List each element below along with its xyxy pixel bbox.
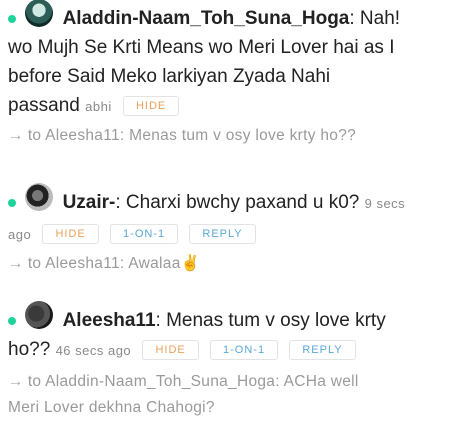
chat-message: Aleesha11: Menas tum v osy love krty ho?… xyxy=(8,300,442,421)
online-status-dot-icon xyxy=(8,14,16,23)
username[interactable]: Aleesha11 xyxy=(63,310,156,331)
reply-reference-text: Meri Lover dekhna Chahogi? xyxy=(8,399,215,416)
message-text: before Said Meko larkiyan Zyada Nahi xyxy=(8,66,331,87)
message-text: passand xyxy=(8,95,80,116)
username[interactable]: Aladdin-Naam_Toh_Suna_Hoga xyxy=(63,8,350,29)
timestamp: 46 secs ago xyxy=(55,343,132,358)
hide-button[interactable]: HIDE xyxy=(122,95,180,116)
chat-message: Uzair-: Charxi bwchy paxand u k0? 9 secs… xyxy=(8,182,442,277)
chat-message: Aladdin-Naam_Toh_Suna_Hoga: Nah! wo Mujh… xyxy=(8,0,442,149)
avatar[interactable] xyxy=(25,0,54,27)
message-text: ho?? xyxy=(8,339,51,360)
avatar[interactable] xyxy=(25,300,54,329)
username[interactable]: Uzair- xyxy=(63,192,116,213)
timestamp: 9 secs xyxy=(364,196,406,211)
reply-reference[interactable]: → to Aladdin-Naam_Toh_Suna_Hoga: ACHa wel… xyxy=(8,369,442,395)
avatar[interactable] xyxy=(25,182,54,211)
message-text: : Nah! xyxy=(349,8,401,29)
online-status-dot-icon xyxy=(8,198,16,207)
arrow-right-icon: → xyxy=(8,373,24,390)
message-line: ho?? 46 secs ago HIDE 1-ON-1 REPLY xyxy=(8,335,442,365)
message-text: : Menas tum v osy love krty xyxy=(155,310,386,331)
message-line: passand abhi HIDE xyxy=(8,91,442,121)
reply-reference-text: to Aleesha11: Awalaa✌ xyxy=(27,255,201,272)
message-line: ago HIDE 1-ON-1 REPLY xyxy=(8,219,442,249)
arrow-right-icon: → xyxy=(8,127,24,144)
reply-button[interactable]: REPLY xyxy=(289,339,356,360)
arrow-right-icon: → xyxy=(8,255,24,272)
online-status-dot-icon xyxy=(8,316,16,325)
timestamp: ago xyxy=(8,227,32,242)
reply-reference-text: to Aladdin-Naam_Toh_Suna_Hoga: ACHa well xyxy=(27,373,359,390)
message-line: Aladdin-Naam_Toh_Suna_Hoga: Nah! xyxy=(8,0,442,33)
message-text: : Charxi bwchy paxand u k0? xyxy=(115,192,360,213)
timestamp: abhi xyxy=(85,99,112,114)
reply-reference[interactable]: → to Aleesha11: Menas tum v osy love krty… xyxy=(8,123,442,149)
reply-button[interactable]: REPLY xyxy=(189,223,256,244)
one-on-one-button[interactable]: 1-ON-1 xyxy=(110,223,179,244)
one-on-one-button[interactable]: 1-ON-1 xyxy=(210,339,279,360)
message-line: Uzair-: Charxi bwchy paxand u k0? 9 secs xyxy=(8,182,442,218)
reply-reference[interactable]: → to Aleesha11: Awalaa✌ xyxy=(8,251,442,277)
reply-reference-text: to Aleesha11: Menas tum v osy love krty … xyxy=(27,127,357,144)
message-text: wo Mujh Se Krti Means wo Meri Lover hai … xyxy=(8,37,395,58)
hide-button[interactable]: HIDE xyxy=(142,339,199,360)
message-line: Aleesha11: Menas tum v osy love krty xyxy=(8,300,442,335)
hide-button[interactable]: HIDE xyxy=(42,223,99,244)
